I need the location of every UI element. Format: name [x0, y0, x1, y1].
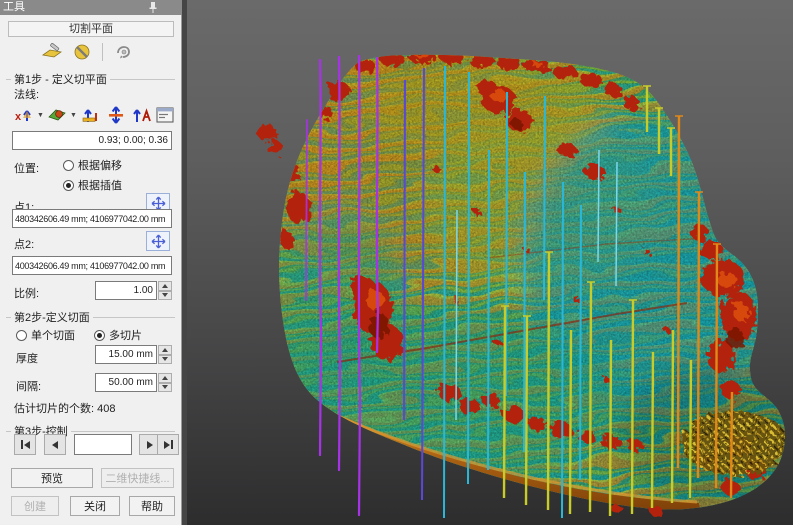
step1-group-title: 第1步 - 定义切平面 — [6, 71, 175, 87]
plane-normal-dropdown[interactable]: ▼ — [70, 112, 77, 119]
position-label: 位置: — [14, 160, 39, 176]
step2-group-title: 第2步-定义切面 — [6, 309, 175, 325]
rock-surface — [247, 40, 793, 525]
close-button[interactable]: 关闭 — [70, 496, 120, 516]
first-slice-button[interactable] — [14, 434, 36, 455]
radio-single-section[interactable]: 单个切面 — [16, 327, 75, 343]
panel-titlebar[interactable]: 工具 — [0, 0, 182, 15]
point-cloud-scene — [187, 0, 793, 525]
create-button[interactable]: 创建 — [11, 496, 59, 516]
middle-normal-icon[interactable] — [105, 104, 127, 126]
point2-label: 点2: — [14, 236, 34, 252]
radio-multi-label: 多切片 — [109, 330, 142, 342]
radio-single-label: 单个切面 — [31, 330, 75, 342]
polyline-2d-button[interactable]: 二维快捷线... — [101, 468, 174, 488]
tools-panel: 工具 切割平面 — [0, 0, 182, 525]
thickness-down-button[interactable] — [158, 355, 172, 365]
thickness-input[interactable]: 15.00 mm — [95, 345, 157, 364]
spacing-input[interactable]: 50.00 mm — [95, 373, 157, 392]
3d-viewport[interactable] — [182, 0, 793, 525]
spacing-label: 间隔: — [16, 378, 41, 394]
spacing-down-button[interactable] — [158, 383, 172, 393]
radio-by-interpolation[interactable]: 根据插值 — [63, 177, 122, 193]
axis-normal-icon[interactable]: x — [14, 104, 34, 126]
help-button[interactable]: 帮助 — [129, 496, 175, 516]
preview-button[interactable]: 预览 — [11, 468, 93, 488]
point2-field[interactable]: 400342606.49 mm; 4106977042.00 mm — [12, 256, 172, 275]
normal-vector-field[interactable]: 0.93; 0.00; 0.36 — [12, 131, 172, 150]
point1-field[interactable]: 480342606.49 mm; 4106977042.00 mm — [12, 209, 172, 228]
thickness-label: 厚度 — [16, 350, 38, 366]
scale-up-button[interactable] — [158, 281, 172, 291]
radio-single-circle — [16, 330, 27, 341]
panel-toolbar — [40, 40, 135, 64]
normal-icon-row: x ▼ ▼ — [14, 103, 175, 127]
radio-by-offset[interactable]: 根据偏移 — [63, 157, 122, 173]
slice-estimate: 估计切片的个数: 408 — [14, 400, 115, 416]
previous-slice-button[interactable] — [44, 434, 66, 455]
radio-by-offset-circle — [63, 160, 74, 171]
panel-title: 工具 — [3, 1, 25, 13]
svg-text:x: x — [15, 111, 22, 123]
radio-multi-circle — [94, 330, 105, 341]
angle-normal-icon[interactable] — [130, 104, 152, 126]
thickness-spinner: 15.00 mm — [95, 345, 172, 364]
plane-normal-icon[interactable] — [47, 104, 67, 126]
radio-by-interpolation-circle — [63, 180, 74, 191]
scale-down-button[interactable] — [158, 291, 172, 301]
edit-plane-icon[interactable] — [40, 41, 64, 63]
normal-vector-value: 0.93; 0.00; 0.36 — [98, 135, 168, 146]
radio-by-offset-label: 根据偏移 — [78, 160, 122, 172]
application-window: 工具 切割平面 — [0, 0, 793, 525]
dialog-header: 切割平面 — [8, 21, 174, 37]
move-cross-icon — [151, 234, 166, 249]
axis-normal-dropdown[interactable]: ▼ — [37, 112, 44, 119]
point2-value: 400342606.49 mm; 4106977042.00 mm — [15, 261, 165, 271]
remove-plane-icon[interactable] — [70, 41, 94, 63]
toolbar-separator — [102, 43, 103, 61]
thickness-up-button[interactable] — [158, 345, 172, 355]
pin-icon[interactable] — [148, 1, 158, 14]
last-slice-button[interactable] — [157, 434, 179, 455]
radio-by-interpolation-label: 根据插值 — [78, 180, 122, 192]
slice-position-field[interactable] — [74, 434, 132, 455]
dialog-input-icon[interactable] — [155, 104, 175, 126]
scale-input[interactable]: 1.00 — [95, 281, 157, 300]
grab-tool-icon[interactable] — [111, 41, 135, 63]
two-points-normal-icon[interactable] — [80, 104, 102, 126]
point1-value: 480342606.49 mm; 4106977042.00 mm — [15, 214, 165, 224]
radio-multi-slice[interactable]: 多切片 — [94, 327, 142, 343]
spacing-up-button[interactable] — [158, 373, 172, 383]
point2-pick-button[interactable] — [146, 231, 170, 251]
normal-label: 法线: — [14, 86, 39, 102]
scale-label: 比例: — [14, 285, 39, 301]
scale-spinner: 1.00 — [95, 281, 172, 300]
spacing-spinner: 50.00 mm — [95, 373, 172, 392]
